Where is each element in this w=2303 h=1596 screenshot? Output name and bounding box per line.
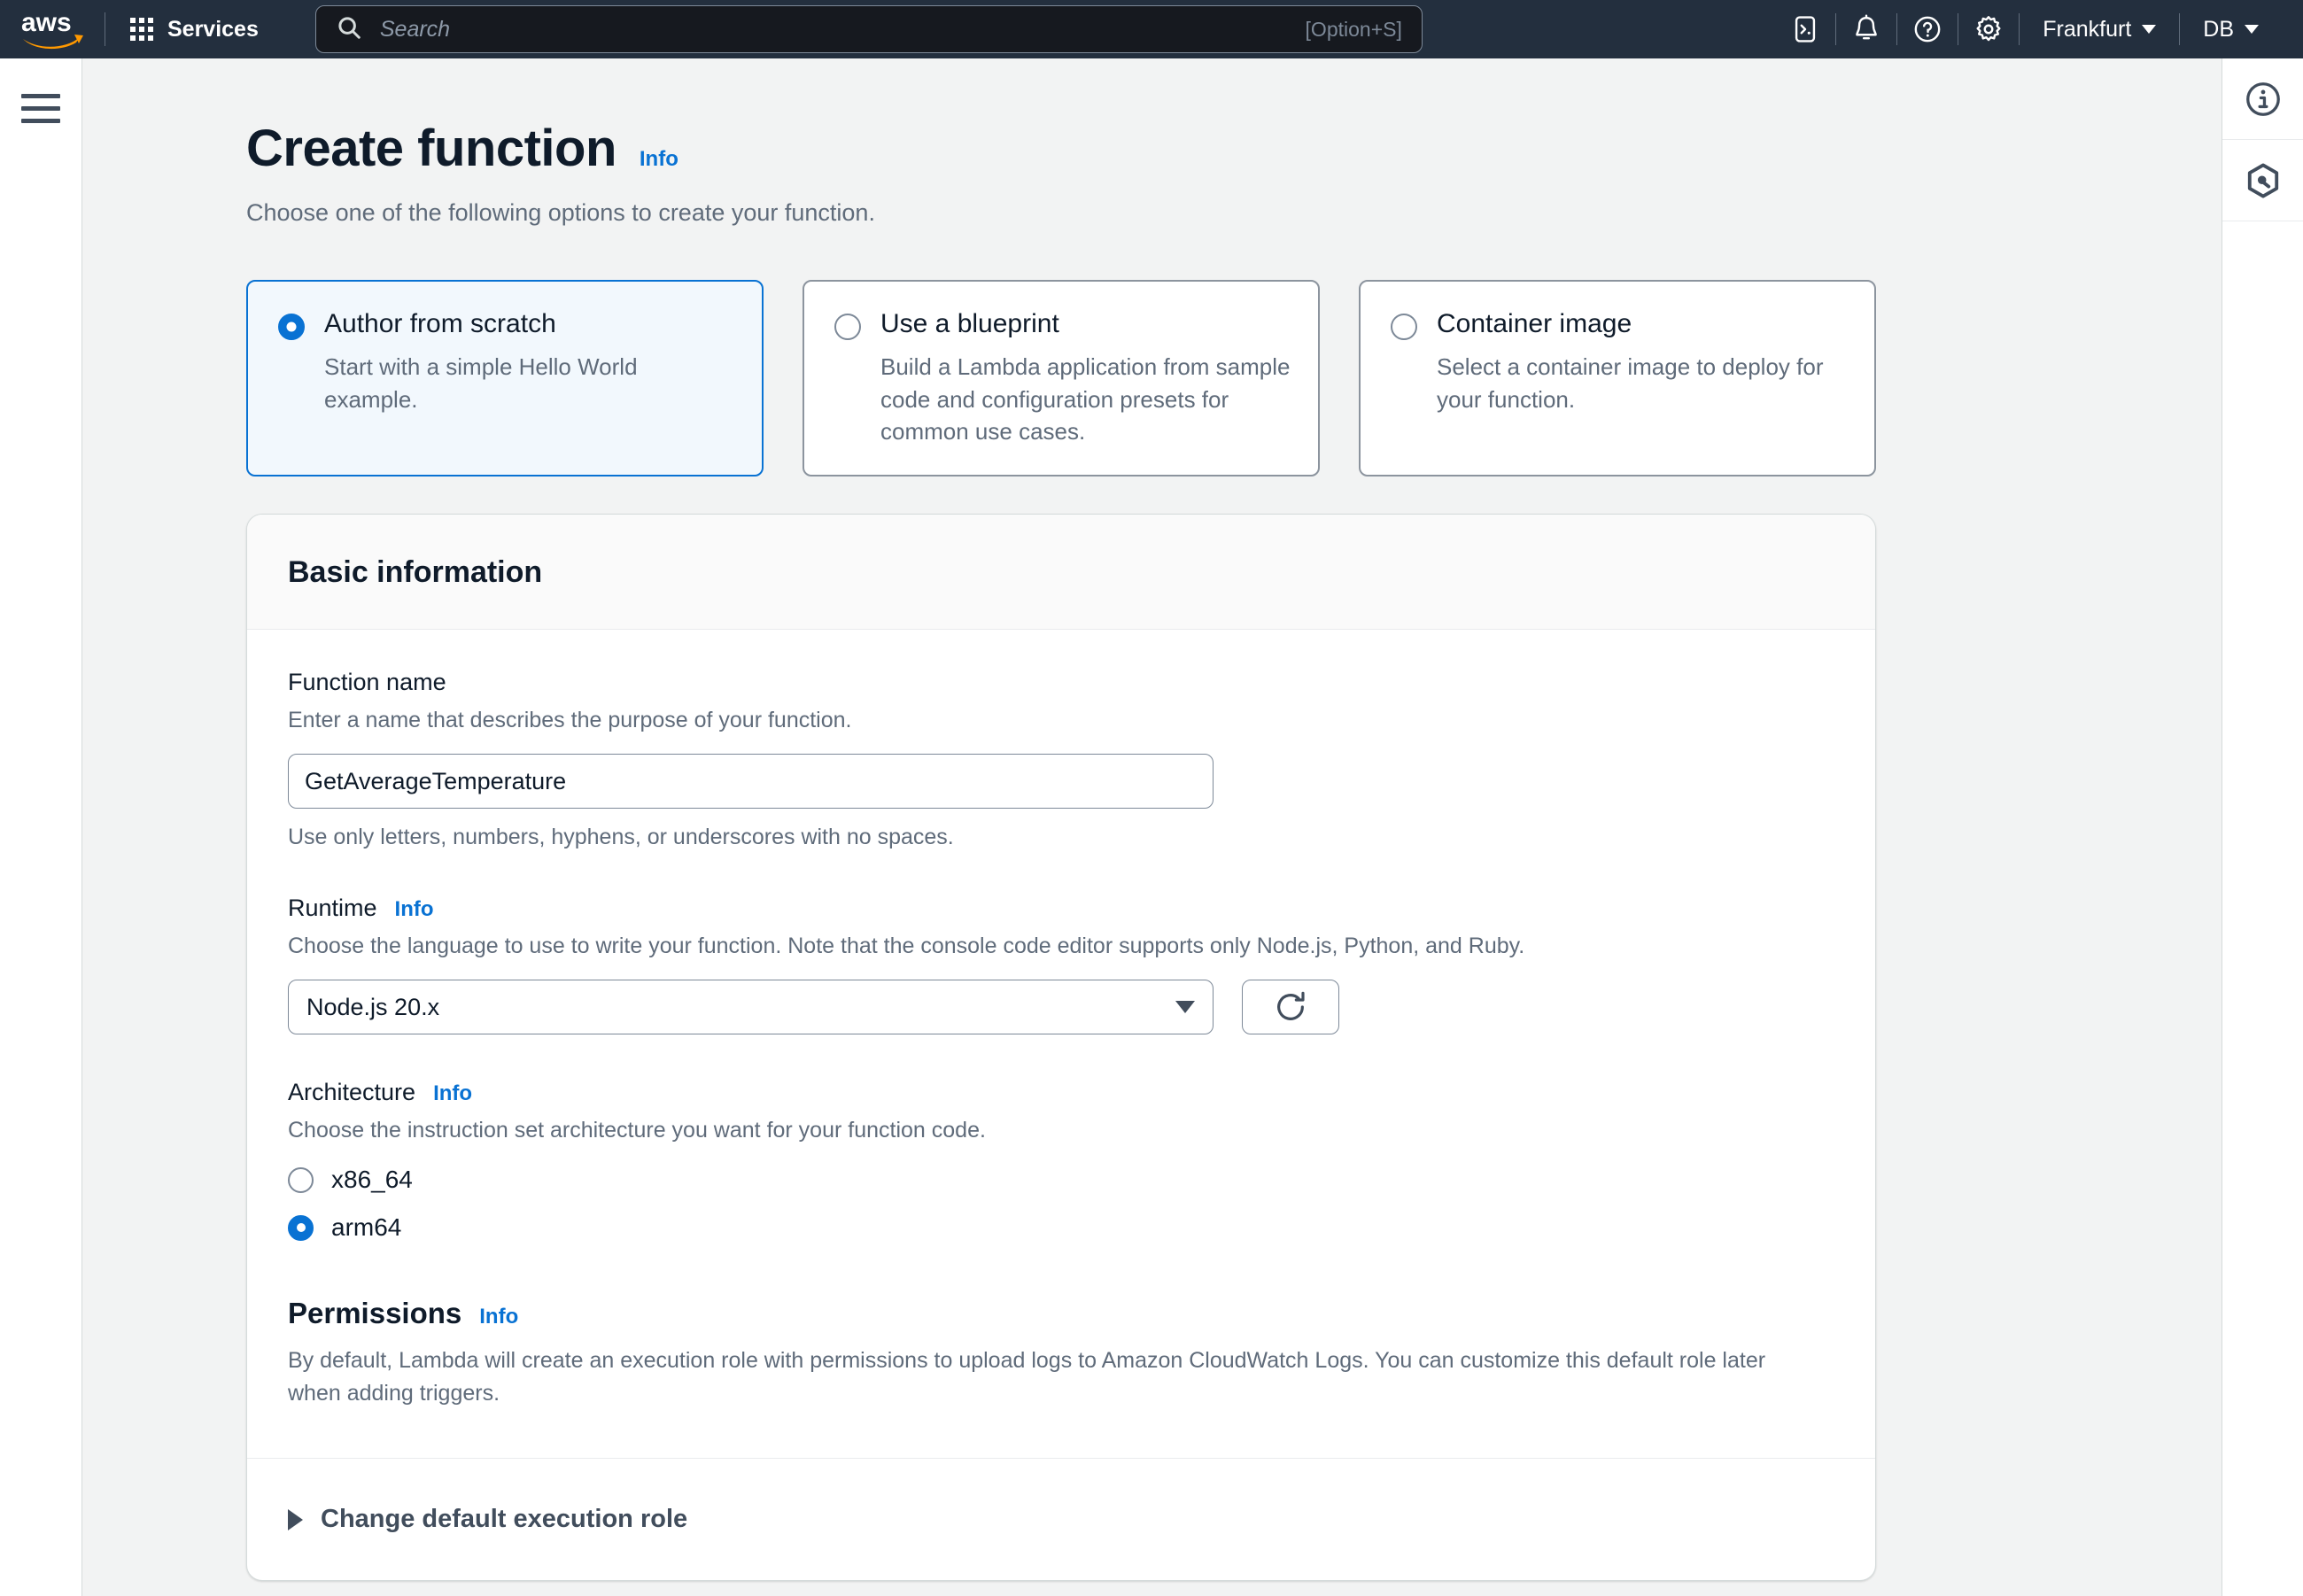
help-question-icon	[1912, 14, 1942, 44]
grid-apps-icon	[130, 18, 153, 41]
cloudshell-icon	[1790, 14, 1820, 44]
function-name-hint: Enter a name that describes the purpose …	[288, 705, 1834, 736]
radio-use-a-blueprint[interactable]	[834, 314, 861, 340]
architecture-info-link[interactable]: Info	[433, 1081, 472, 1106]
aws-logo-icon: aws	[19, 7, 89, 51]
chevron-down-icon	[1175, 1001, 1195, 1013]
runtime-label-row: Runtime Info	[288, 895, 1834, 922]
refresh-icon	[1273, 989, 1308, 1025]
notifications-bell-icon	[1851, 14, 1881, 44]
architecture-option-label: arm64	[331, 1213, 401, 1242]
page-subtitle: Choose one of the following options to c…	[246, 197, 2222, 230]
runtime-hint: Choose the language to use to write your…	[288, 931, 1834, 962]
function-name-label: Function name	[288, 669, 446, 696]
sidebar-toggle-button[interactable]	[21, 94, 60, 123]
account-menu[interactable]: DB	[2180, 17, 2282, 43]
architecture-label: Architecture	[288, 1079, 415, 1106]
option-description: Build a Lambda application from sample c…	[880, 351, 1291, 449]
panel-header: Basic information	[247, 515, 1875, 630]
option-title: Author from scratch	[324, 308, 556, 340]
permissions-heading-row: Permissions Info	[288, 1297, 1834, 1330]
runtime-select[interactable]: Node.js 20.x	[288, 980, 1214, 1034]
architecture-option-label: x86_64	[331, 1166, 413, 1194]
amazon-q-icon	[2244, 161, 2283, 200]
chevron-right-icon	[288, 1509, 303, 1530]
option-description: Start with a simple Hello World example.	[324, 351, 735, 416]
permissions-info-link[interactable]: Info	[479, 1305, 518, 1329]
cloudshell-button[interactable]	[1775, 0, 1835, 58]
runtime-controls-row: Node.js 20.x	[288, 980, 1834, 1034]
page-header: Create function Info	[246, 120, 2222, 177]
option-description: Select a container image to deploy for y…	[1437, 351, 1848, 416]
region-label: Frankfurt	[2043, 17, 2131, 43]
settings-gear-icon	[1973, 14, 2004, 44]
page-title: Create function	[246, 120, 616, 177]
architecture-option-x86-64[interactable]: x86_64	[288, 1166, 1834, 1194]
main-content-area: Create function Info Choose one of the f…	[82, 58, 2222, 1596]
architecture-label-row: Architecture Info	[288, 1079, 1834, 1106]
search-shortcut-hint: [Option+S]	[1306, 18, 1402, 42]
architecture-hint: Choose the instruction set architecture …	[288, 1115, 1834, 1146]
option-card-author-from-scratch[interactable]: Author from scratch Start with a simple …	[246, 280, 764, 477]
help-button[interactable]	[1897, 0, 1958, 58]
region-selector[interactable]: Frankfurt	[2020, 17, 2179, 43]
search-input[interactable]: Search	[380, 17, 1306, 43]
chevron-down-icon	[2245, 25, 2259, 34]
right-utility-rail	[2222, 58, 2303, 1596]
notifications-button[interactable]	[1836, 0, 1896, 58]
radio-container-image[interactable]	[1391, 314, 1417, 340]
change-default-execution-role-toggle[interactable]: Change default execution role	[288, 1505, 1834, 1534]
settings-button[interactable]	[1958, 0, 2019, 58]
runtime-refresh-button[interactable]	[1242, 980, 1339, 1034]
svg-text:aws: aws	[21, 8, 72, 37]
info-panel-button[interactable]	[2222, 58, 2303, 140]
hamburger-icon	[21, 119, 60, 123]
radio-x86-64[interactable]	[288, 1167, 314, 1193]
radio-arm64[interactable]	[288, 1215, 314, 1241]
function-name-footnote: Use only letters, numbers, hyphens, or u…	[288, 825, 1834, 850]
global-search-box[interactable]: Search [Option+S]	[315, 5, 1423, 53]
top-navigation-bar: aws Services Search [Option+S]	[0, 0, 2303, 58]
search-icon	[336, 14, 362, 45]
panel-heading: Basic information	[288, 555, 1834, 590]
aws-logo[interactable]: aws	[19, 7, 89, 51]
chevron-down-icon	[2142, 25, 2156, 34]
amazon-q-button[interactable]	[2222, 140, 2303, 221]
left-navigation-rail	[0, 58, 82, 1596]
option-title: Use a blueprint	[880, 308, 1059, 340]
panel-body: Function name Enter a name that describe…	[247, 630, 1875, 1458]
account-label: DB	[2203, 17, 2234, 43]
nav-right-cluster: Frankfurt DB	[1775, 0, 2282, 58]
page-frame: Create function Info Choose one of the f…	[0, 58, 2303, 1596]
permissions-description: By default, Lambda will create an execut…	[288, 1344, 1811, 1410]
runtime-info-link[interactable]: Info	[395, 897, 434, 922]
radio-author-from-scratch[interactable]	[278, 314, 305, 340]
basic-information-panel: Basic information Function name Enter a …	[246, 514, 1876, 1581]
services-label: Services	[167, 17, 259, 43]
runtime-label: Runtime	[288, 895, 377, 922]
function-name-input[interactable]: GetAverageTemperature	[288, 754, 1214, 809]
creation-options-group: Author from scratch Start with a simple …	[246, 280, 2222, 477]
page-title-info-link[interactable]: Info	[640, 147, 678, 172]
info-panel-icon	[2244, 80, 2283, 119]
architecture-option-arm64[interactable]: arm64	[288, 1213, 1834, 1242]
runtime-selected-value: Node.js 20.x	[306, 994, 1175, 1021]
panel-footer: Change default execution role	[247, 1458, 1875, 1580]
function-name-label-row: Function name	[288, 669, 1834, 696]
option-card-container-image[interactable]: Container image Select a container image…	[1359, 280, 1876, 477]
hamburger-icon	[21, 106, 60, 111]
services-menu-button[interactable]: Services	[121, 10, 268, 50]
option-card-use-a-blueprint[interactable]: Use a blueprint Build a Lambda applicati…	[803, 280, 1320, 477]
permissions-label: Permissions	[288, 1297, 461, 1330]
hamburger-icon	[21, 94, 60, 98]
option-title: Container image	[1437, 308, 1632, 340]
change-default-execution-role-label: Change default execution role	[321, 1505, 687, 1534]
